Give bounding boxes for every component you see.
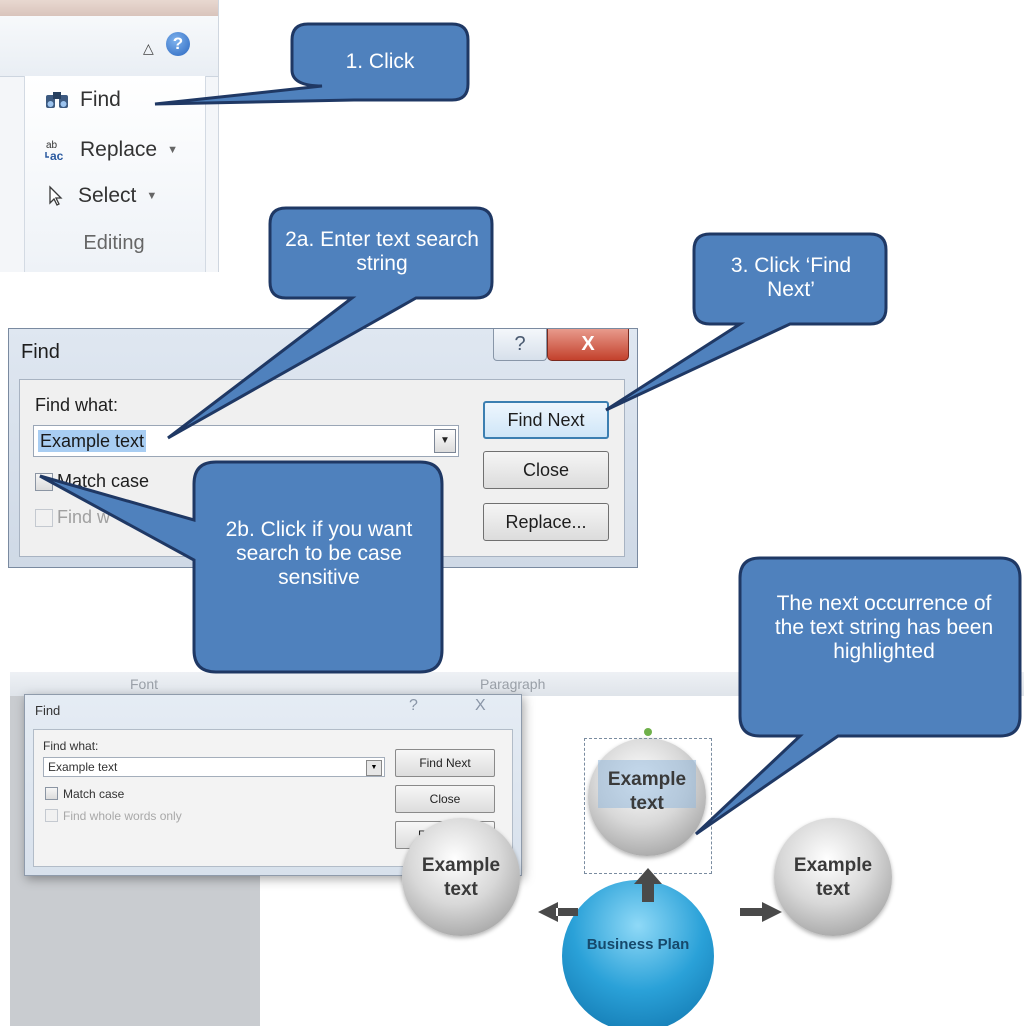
callout-1-text: 1. Click <box>345 50 415 73</box>
dialog-close-button[interactable]: X <box>547 329 629 361</box>
callout-2b-text: 2b. Click if you want search to be case … <box>225 518 413 589</box>
close-button[interactable]: Close <box>483 451 609 489</box>
binoculars-icon <box>46 92 68 108</box>
arrow-up-icon <box>634 868 662 902</box>
replace-ribbon-button[interactable]: ab ac Replace ▼ <box>44 138 178 162</box>
find-next-button[interactable]: Find Next <box>483 401 609 439</box>
close-icon: X <box>581 333 595 355</box>
help-icon[interactable]: ? <box>166 32 190 56</box>
cursor-arrow-icon <box>49 185 63 206</box>
select-ribbon-label: Select <box>78 184 137 207</box>
replace-button[interactable]: Replace... <box>483 503 609 541</box>
collapse-ribbon-icon[interactable]: △ <box>143 40 157 56</box>
find-what-value: Example text <box>38 430 147 452</box>
replace-icon: ab ac <box>45 140 64 162</box>
result-screenshot: Font Paragraph Find ? X Find what: Examp… <box>10 672 1024 1026</box>
chevron-down-icon: ▼ <box>167 144 178 156</box>
dialog-help-button[interactable]: ? <box>493 329 547 361</box>
find-what-input[interactable]: Example text ▼ <box>33 425 459 457</box>
replace-ribbon-label: Replace <box>80 138 158 161</box>
chevron-down-icon: ▼ <box>440 435 450 446</box>
whole-words-label: Find w <box>57 507 111 527</box>
chevron-down-icon: ▼ <box>146 190 158 202</box>
find-what-label: Find what: <box>35 395 119 415</box>
match-case-label: Match case <box>57 471 150 491</box>
find-ribbon-button[interactable]: Find <box>44 88 121 112</box>
arrow-right-icon <box>740 902 782 922</box>
select-ribbon-button[interactable]: Select ▼ <box>44 184 157 208</box>
match-case-checkbox[interactable] <box>35 473 53 491</box>
find-ribbon-label: Find <box>80 88 121 111</box>
callout-3-text: 3. Click ‘Find Next’ <box>730 254 852 301</box>
ribbon-top-band <box>0 0 218 16</box>
dialog-title: Find <box>21 341 60 363</box>
whole-words-checkbox[interactable] <box>35 509 53 527</box>
svg-text:ac: ac <box>50 149 64 162</box>
diagram-arrows <box>538 868 782 922</box>
editing-group-label: Editing <box>83 232 145 254</box>
ribbon-editing-crop: △ ? Find ab ac Replace ▼ Select ▼ Editin… <box>0 0 219 272</box>
arrow-left-icon <box>538 902 578 922</box>
callout-4-text: The next occurrence of the text string h… <box>774 592 994 663</box>
question-icon: ? <box>514 333 526 355</box>
find-what-dropdown-button[interactable]: ▼ <box>434 429 456 453</box>
callout-2a-text: 2a. Enter text search string <box>285 228 479 275</box>
